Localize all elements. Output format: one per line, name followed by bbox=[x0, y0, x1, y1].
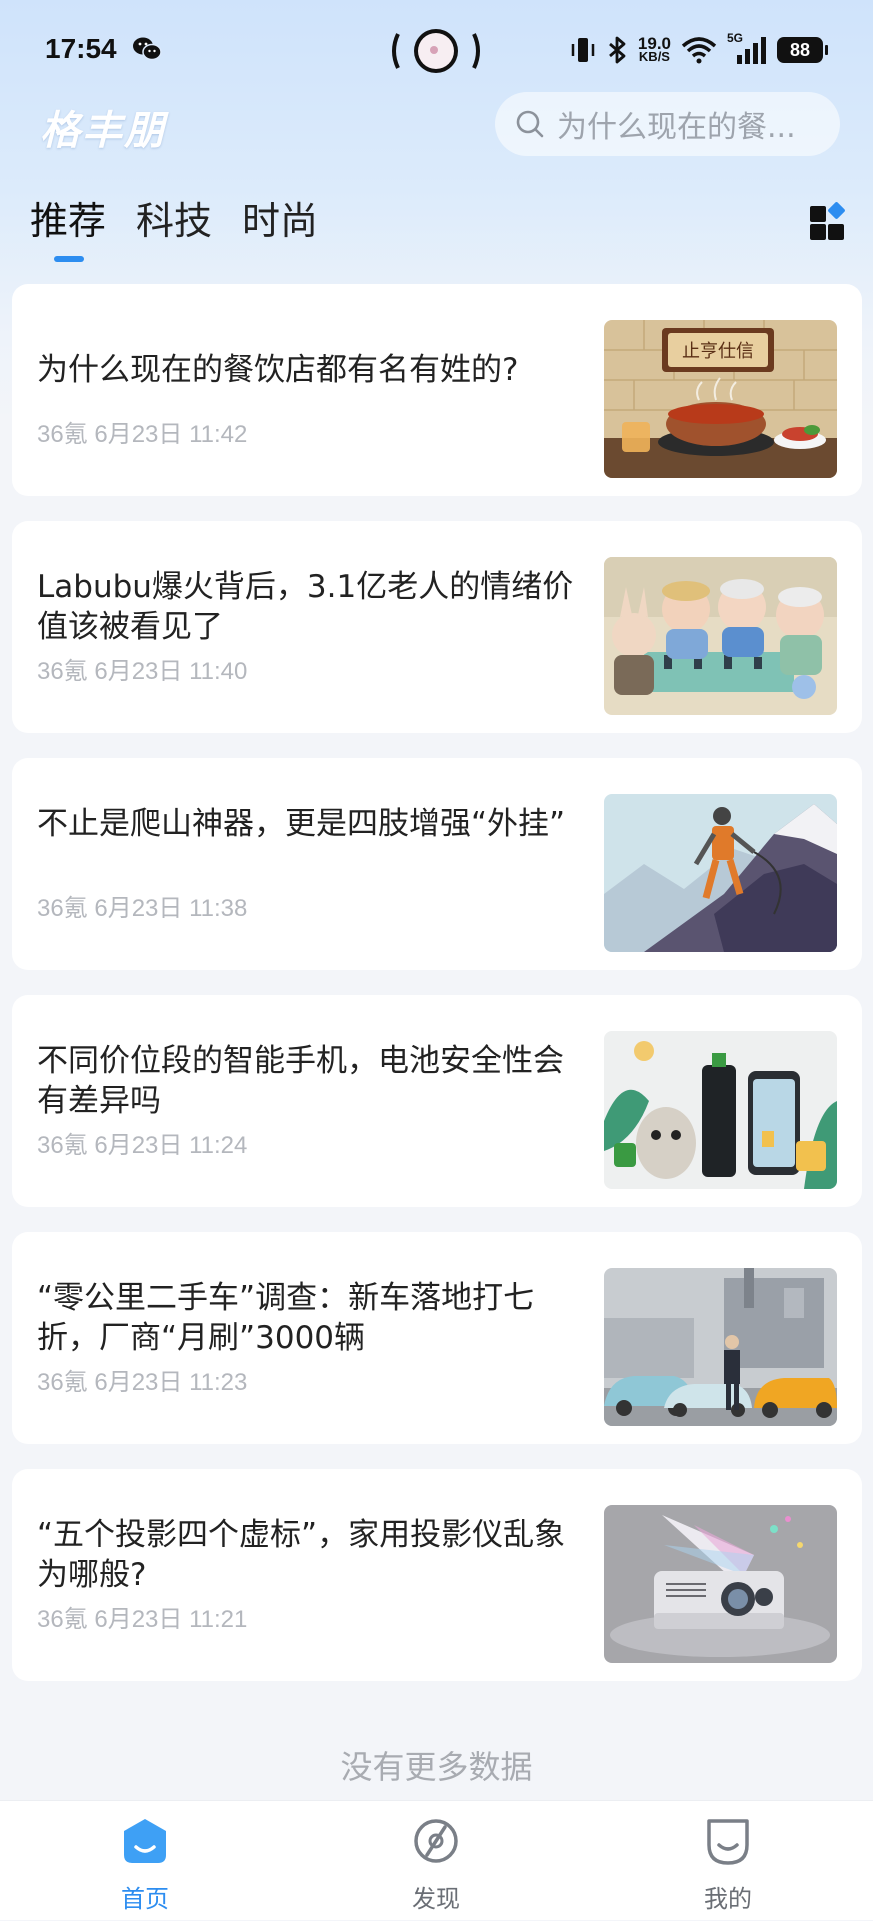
tab-recommend[interactable]: 推荐 bbox=[30, 190, 106, 245]
article-title: “五个投影四个虚标”，家用投影仪乱象为哪般? bbox=[37, 1517, 566, 1593]
home-icon bbox=[124, 1819, 166, 1863]
category-tabs: 推荐 科技 时尚 bbox=[30, 190, 318, 262]
cellular-signal-icon: 5G bbox=[727, 31, 767, 65]
article-feed: 为什么现在的餐饮店都有名有姓的? 36氪 6月23日 11:42 止亨仕信 La… bbox=[12, 284, 862, 1706]
tab-fashion[interactable]: 时尚 bbox=[242, 190, 318, 245]
article-thumbnail bbox=[604, 1505, 837, 1663]
nav-profile-label: 我的 bbox=[704, 1885, 752, 1913]
article-card[interactable]: Labubu爆火背后，3.1亿老人的情绪价值该被看见了 36氪 6月23日 11… bbox=[12, 521, 862, 733]
tab-tech[interactable]: 科技 bbox=[136, 190, 212, 245]
article-title: “零公里二手车”调查：新车落地打七折，厂商“月刷”3000辆 bbox=[37, 1280, 535, 1356]
article-meta: 36氪 6月23日 11:21 bbox=[37, 1606, 248, 1633]
vibrate-icon bbox=[571, 38, 595, 62]
bottom-navigation: 首页 发现 我的 bbox=[0, 1800, 873, 1920]
nav-discover-label: 发现 bbox=[412, 1885, 460, 1913]
article-meta: 36氪 6月23日 11:23 bbox=[37, 1369, 248, 1396]
article-title: 不止是爬山神器，更是四肢增强“外挂” bbox=[37, 806, 566, 842]
battery-indicator: 88 bbox=[777, 37, 828, 63]
article-card[interactable]: 不同价位段的智能手机，电池安全性会有差异吗 36氪 6月23日 11:24 bbox=[12, 995, 862, 1207]
category-grid-icon[interactable] bbox=[808, 202, 848, 242]
bluetooth-icon bbox=[608, 36, 626, 64]
search-placeholder: 为什么现在的餐... bbox=[557, 110, 796, 145]
no-more-data-text: 没有更多数据 bbox=[340, 1748, 533, 1786]
wechat-icon bbox=[133, 37, 162, 61]
profile-icon bbox=[707, 1819, 749, 1865]
article-meta: 36氪 6月23日 11:24 bbox=[37, 1132, 248, 1159]
article-meta: 36氪 6月23日 11:40 bbox=[37, 658, 248, 685]
search-icon bbox=[516, 110, 544, 138]
network-speed: 19.0 KB/S bbox=[637, 34, 671, 64]
article-thumbnail: 止亨仕信 bbox=[604, 320, 837, 478]
nav-home[interactable]: 首页 bbox=[65, 1801, 225, 1921]
tab-active-indicator bbox=[54, 256, 84, 262]
article-title: Labubu爆火背后，3.1亿老人的情绪价值该被看见了 bbox=[37, 569, 574, 645]
article-thumbnail bbox=[604, 794, 837, 952]
thumb-sign-text: 止亨仕信 bbox=[682, 341, 754, 362]
nav-profile[interactable]: 我的 bbox=[648, 1801, 808, 1921]
discover-icon bbox=[414, 1819, 458, 1863]
media-playing-indicator[interactable] bbox=[390, 26, 482, 76]
article-card[interactable]: “五个投影四个虚标”，家用投影仪乱象为哪般? 36氪 6月23日 11:21 bbox=[12, 1469, 862, 1681]
status-bar: 17:54 19.0 KB/S 5G 88 bbox=[0, 0, 873, 100]
status-time: 17:54 bbox=[45, 33, 117, 64]
article-meta: 36氪 6月23日 11:38 bbox=[37, 895, 248, 922]
article-thumbnail bbox=[604, 557, 837, 715]
status-icons: 19.0 KB/S 5G 88 bbox=[570, 30, 828, 70]
article-title: 不同价位段的智能手机，电池安全性会有差异吗 bbox=[37, 1043, 564, 1119]
nav-home-label: 首页 bbox=[121, 1885, 169, 1913]
article-meta: 36氪 6月23日 11:42 bbox=[37, 421, 248, 448]
article-title: 为什么现在的餐饮店都有名有姓的? bbox=[37, 352, 519, 388]
article-thumbnail bbox=[604, 1268, 837, 1426]
nav-discover[interactable]: 发现 bbox=[356, 1801, 516, 1921]
app-logo: 格丰朋 bbox=[40, 107, 166, 154]
article-card[interactable]: “零公里二手车”调查：新车落地打七折，厂商“月刷”3000辆 36氪 6月23日… bbox=[12, 1232, 862, 1444]
article-card[interactable]: 为什么现在的餐饮店都有名有姓的? 36氪 6月23日 11:42 止亨仕信 bbox=[12, 284, 862, 496]
wifi-icon bbox=[681, 37, 717, 64]
article-thumbnail bbox=[604, 1031, 837, 1189]
search-bar[interactable]: 为什么现在的餐... bbox=[495, 92, 840, 156]
article-card[interactable]: 不止是爬山神器，更是四肢增强“外挂” 36氪 6月23日 11:38 bbox=[12, 758, 862, 970]
